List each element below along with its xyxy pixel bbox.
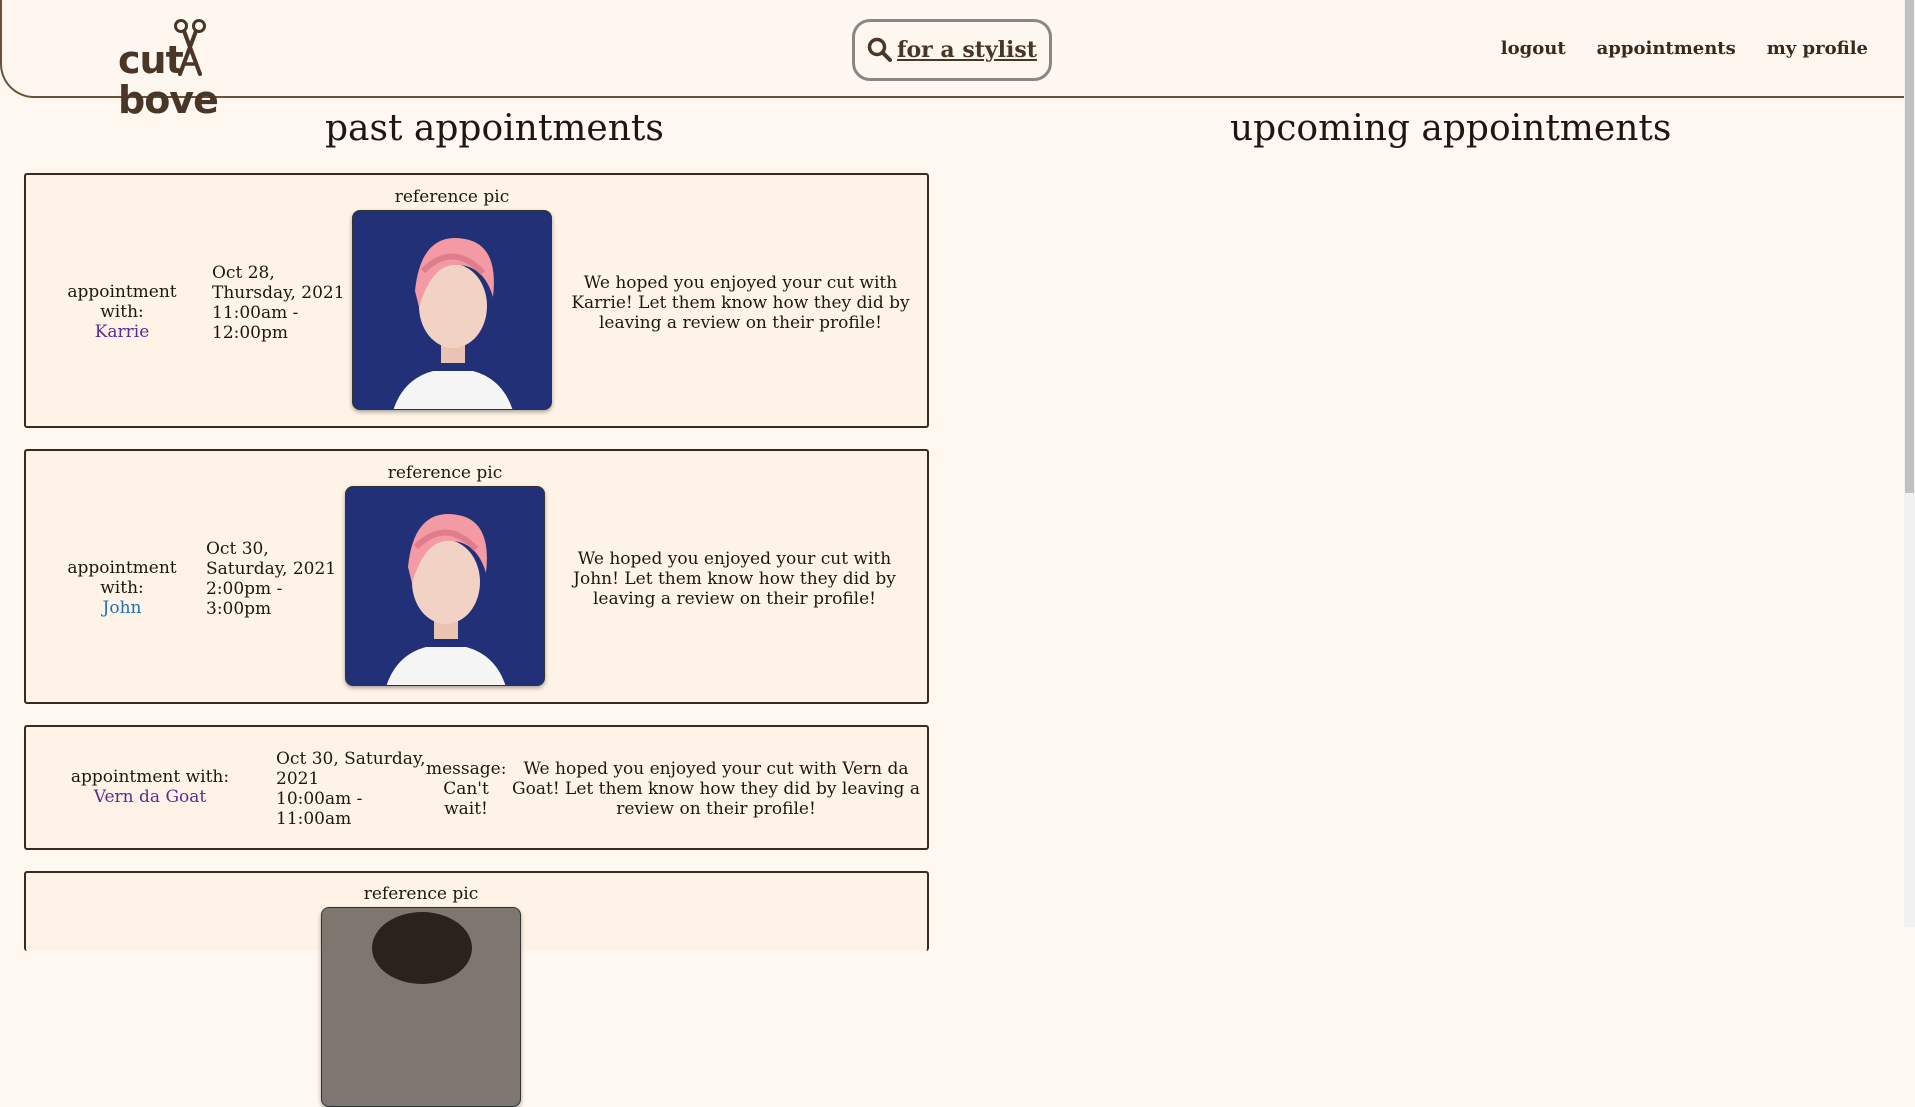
reference-photo [346, 487, 544, 685]
review-message: We hoped you enjoyed your cut with John!… [573, 549, 896, 609]
nav-logout[interactable]: logout [1501, 38, 1566, 59]
reference-pic-label: reference pic [387, 463, 503, 483]
appointment-card: appointment with: Karrie Oct 28, Thursda… [24, 173, 929, 428]
page-scrollbar[interactable] [1904, 0, 1915, 927]
appointment-card: appointment with: John Oct 30, Saturday,… [24, 449, 929, 704]
review-message: We hoped you enjoyed your cut with Vern … [512, 759, 920, 819]
reference-photo [322, 908, 520, 1106]
search-icon [867, 37, 893, 62]
reference-pic[interactable] [352, 210, 552, 410]
appointment-card: reference pic [24, 871, 929, 1107]
scrollbar-thumb[interactable] [1905, 0, 1914, 493]
cutabove-logo[interactable]: cutbove [118, 18, 288, 120]
reference-pic[interactable] [345, 486, 545, 686]
customer-message: message: Can't wait! [426, 759, 507, 819]
appointment-datetime: Oct 28, Thursday, 2021 11:00am - 12:00pm [212, 263, 345, 343]
past-appointments-title: past appointments [325, 108, 664, 149]
top-nav: logout appointments my profile [1501, 38, 1868, 59]
stylist-link[interactable]: Karrie [95, 322, 150, 342]
stylist-link[interactable]: John [103, 598, 142, 618]
nav-my-profile[interactable]: my profile [1767, 38, 1868, 59]
reference-pic-label: reference pic [394, 187, 510, 207]
review-message: We hoped you enjoyed your cut with Karri… [571, 273, 910, 333]
appointment-with: appointment with: John [67, 558, 177, 618]
upcoming-appointments-title: upcoming appointments [1230, 108, 1672, 149]
stylist-link[interactable]: Vern da Goat [94, 787, 206, 807]
reference-pic[interactable] [321, 907, 521, 1107]
top-header: cutbove for a stylist logout appointment… [0, 0, 1905, 120]
search-stylist-button[interactable]: for a stylist [852, 19, 1052, 81]
reference-pic-label: reference pic [363, 884, 479, 904]
appointment-datetime: Oct 30, Saturday, 2021 2:00pm - 3:00pm [206, 539, 337, 619]
appointment-datetime: Oct 30, Saturday, 2021 10:00am - 11:00am [276, 749, 426, 829]
scissors-icon [174, 19, 206, 76]
appointment-card: appointment with: Vern da Goat Oct 30, S… [24, 725, 929, 850]
nav-appointments[interactable]: appointments [1597, 38, 1736, 59]
reference-photo [353, 211, 551, 409]
search-button-label: for a stylist [897, 37, 1037, 63]
appointment-with: appointment with: Karrie [67, 282, 177, 342]
appointment-with: appointment with: Vern da Goat [70, 767, 230, 807]
